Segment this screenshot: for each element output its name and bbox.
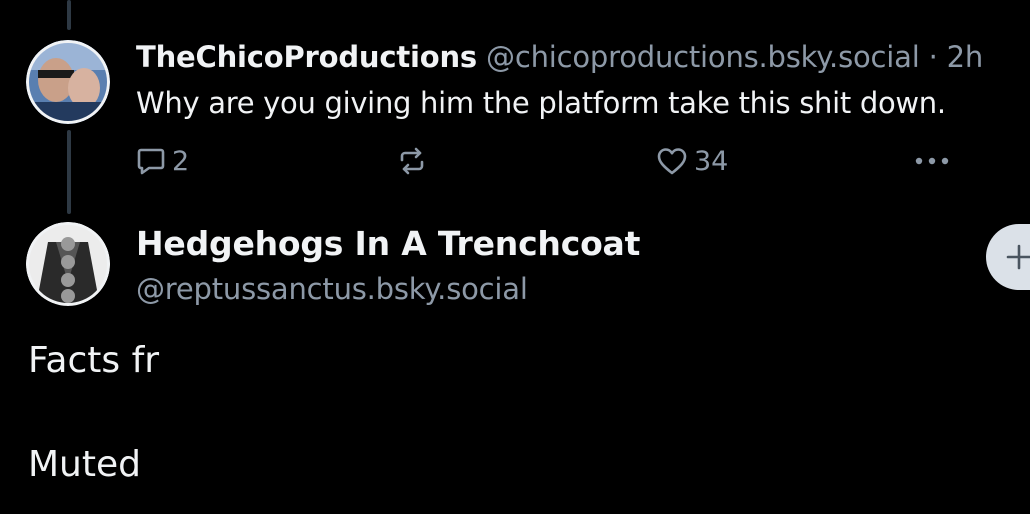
follow-button[interactable] xyxy=(986,224,1030,290)
reply-post-text: Why are you giving him the platform take… xyxy=(136,86,946,120)
reply-author-handle[interactable]: @chicoproductions.bsky.social xyxy=(486,40,920,74)
main-author-name[interactable]: Hedgehogs In A Trenchcoat xyxy=(136,224,640,263)
main-author-handle[interactable]: @reptussanctus.bsky.social xyxy=(136,272,528,306)
plus-icon xyxy=(1006,244,1030,270)
reply-button[interactable]: 2 xyxy=(136,143,189,179)
reply-author-name[interactable]: TheChicoProductions xyxy=(136,40,477,74)
thread-line-bottom xyxy=(67,130,71,214)
reply-icon xyxy=(137,148,165,175)
post-text-line-1: Facts fr xyxy=(28,340,160,381)
more-options-button[interactable] xyxy=(914,143,950,179)
reply-post-header: TheChicoProductions @chicoproductions.bs… xyxy=(136,40,983,74)
repost-icon xyxy=(400,147,424,175)
like-icon xyxy=(657,148,687,175)
repost-button[interactable] xyxy=(396,143,428,179)
header-separator: · xyxy=(928,40,938,74)
user-photo-avatar-icon xyxy=(26,40,110,124)
more-icon xyxy=(915,157,949,165)
like-count: 34 xyxy=(694,145,729,177)
reply-author-avatar[interactable] xyxy=(26,40,110,124)
main-author-avatar[interactable] xyxy=(26,222,110,306)
post-text-line-2: Muted xyxy=(28,444,141,485)
trenchcoat-hedgehogs-avatar-icon xyxy=(26,222,110,306)
thread-line-top xyxy=(67,0,71,30)
like-button[interactable]: 34 xyxy=(656,143,728,179)
reply-count: 2 xyxy=(172,145,190,177)
reply-timestamp[interactable]: 2h xyxy=(947,40,984,74)
